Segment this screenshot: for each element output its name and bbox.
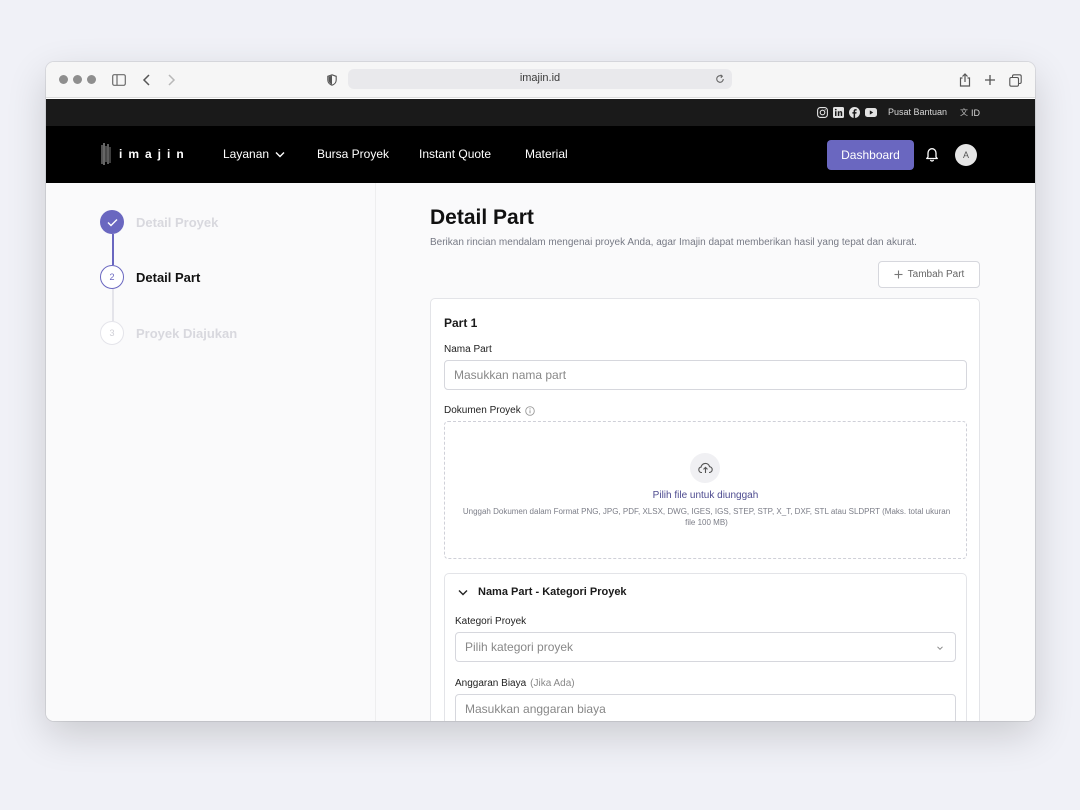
help-center-link[interactable]: Pusat Bantuan [888, 107, 947, 117]
language-label: ID [971, 107, 980, 118]
avatar[interactable]: A [955, 144, 977, 166]
project-document-label: Dokumen Proyek [444, 405, 535, 416]
chevron-down-icon [275, 151, 285, 157]
category-select[interactable]: Pilih kategori proyek [455, 632, 956, 662]
window-close-dot[interactable] [59, 75, 68, 84]
check-icon [107, 218, 117, 226]
utility-bar: Pusat Bantuan 文 ID [46, 99, 1035, 126]
main-content: Detail Part Berikan rincian mendalam men… [376, 183, 1035, 721]
category-label-text: Kategori Proyek [455, 616, 527, 627]
nav-layanan[interactable]: Layanan [223, 147, 285, 161]
add-part-label: Tambah Part [907, 269, 965, 280]
url-text: imajin.id [519, 72, 561, 84]
file-dropzone[interactable]: Pilih file untuk diunggah Unggah Dokumen… [444, 421, 967, 559]
add-part-button[interactable]: Tambah Part [878, 261, 980, 288]
plus-icon [894, 270, 903, 279]
category-label: Kategori Proyek [455, 616, 526, 627]
new-tab-icon[interactable] [981, 71, 999, 89]
privacy-shield-icon[interactable] [323, 71, 341, 89]
info-icon[interactable] [524, 405, 535, 416]
dashboard-button[interactable]: Dashboard [827, 140, 914, 170]
part-name-label-text: Nama Part [444, 344, 492, 355]
budget-optional-text: (Jika Ada) [530, 678, 575, 689]
tab-overview-icon[interactable] [1006, 71, 1024, 89]
step-2-label[interactable]: Detail Part [136, 270, 200, 285]
facebook-icon[interactable] [848, 106, 860, 118]
back-icon[interactable] [138, 71, 156, 89]
step-connector-2 [112, 289, 114, 321]
page-subtitle: Berikan rincian mendalam mengenai proyek… [430, 237, 917, 248]
nav-layanan-label: Layanan [223, 147, 270, 161]
cloud-upload-icon [690, 453, 720, 483]
step-2-circle: 2 [100, 265, 124, 289]
page-title: Detail Part [430, 206, 534, 229]
language-switcher[interactable]: 文 ID [960, 107, 980, 118]
budget-label: Anggaran Biaya (Jika Ada) [455, 678, 575, 689]
step-3-circle: 3 [100, 321, 124, 345]
category-section-title: Nama Part - Kategori Proyek [478, 586, 627, 598]
logo[interactable]: imajin [101, 142, 190, 166]
logo-text: imajin [119, 147, 190, 161]
step-1-label[interactable]: Detail Proyek [136, 215, 218, 230]
notification-bell-icon[interactable] [925, 146, 941, 162]
category-select-value: Pilih kategori proyek [465, 640, 574, 654]
forward-icon[interactable] [162, 71, 180, 89]
youtube-icon[interactable] [865, 106, 877, 118]
project-document-label-text: Dokumen Proyek [444, 405, 521, 416]
nav-instant-quote[interactable]: Instant Quote [419, 147, 491, 161]
chevron-down-icon [458, 589, 468, 595]
instagram-icon[interactable] [816, 106, 828, 118]
part-name-input[interactable]: Masukkan nama part [444, 360, 967, 390]
main-navbar: imajin Layanan Bursa Proyek Instant Quot… [46, 126, 1035, 183]
window-minimize-dot[interactable] [73, 75, 82, 84]
budget-input[interactable]: Masukkan anggaran biaya [455, 694, 956, 721]
browser-window: imajin.id Pusat Bantuan 文 ID imajin Laya… [46, 62, 1035, 721]
share-icon[interactable] [956, 71, 974, 89]
step-3-label[interactable]: Proyek Diajukan [136, 326, 237, 341]
address-bar[interactable]: imajin.id [348, 69, 732, 89]
step-1-circle [100, 210, 124, 234]
stepper-sidebar: Detail Proyek 2 Detail Part 3 Proyek Dia… [46, 183, 376, 721]
browser-toolbar: imajin.id [46, 62, 1035, 98]
sidebar-toggle-icon[interactable] [110, 71, 128, 89]
reload-icon[interactable] [712, 71, 728, 87]
translate-icon: 文 [960, 108, 968, 117]
linkedin-icon[interactable] [832, 106, 844, 118]
part-name-label: Nama Part [444, 344, 492, 355]
budget-label-text: Anggaran Biaya [455, 678, 527, 689]
window-zoom-dot[interactable] [87, 75, 96, 84]
category-section-header[interactable]: Nama Part - Kategori Proyek [458, 586, 627, 598]
nav-material[interactable]: Material [525, 147, 568, 161]
upload-title: Pilih file untuk diunggah [652, 490, 759, 501]
step-connector-1 [112, 234, 114, 265]
part-card: Part 1 Nama Part Masukkan nama part Doku… [430, 298, 980, 721]
part-title: Part 1 [444, 316, 478, 330]
logo-mark-icon [101, 143, 111, 165]
chevron-down-icon [937, 646, 943, 651]
category-section: Nama Part - Kategori Proyek Kategori Pro… [444, 573, 967, 721]
nav-bursa-proyek[interactable]: Bursa Proyek [317, 147, 389, 161]
upload-hint: Unggah Dokumen dalam Format PNG, JPG, PD… [462, 507, 951, 527]
